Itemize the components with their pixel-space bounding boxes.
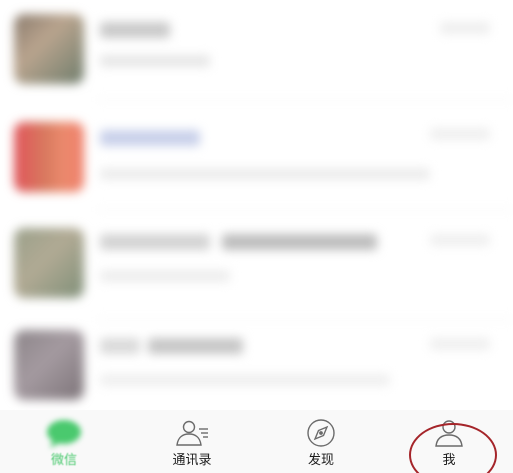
chat-title bbox=[100, 234, 210, 250]
chat-row[interactable] bbox=[0, 220, 513, 320]
chat-row[interactable] bbox=[0, 0, 513, 100]
chat-title bbox=[148, 338, 243, 354]
avatar bbox=[14, 330, 84, 400]
avatar bbox=[14, 14, 84, 84]
avatar bbox=[14, 122, 84, 192]
compass-icon bbox=[301, 418, 341, 450]
chat-title bbox=[100, 22, 170, 38]
chat-row[interactable] bbox=[0, 110, 513, 210]
tab-label-contacts: 通讯录 bbox=[172, 453, 212, 468]
chat-preview bbox=[100, 168, 430, 180]
chat-bubble-icon bbox=[44, 418, 84, 450]
chat-preview bbox=[100, 270, 230, 282]
screen: 微信 通讯录 发现 我 bbox=[0, 0, 513, 473]
contacts-icon bbox=[172, 418, 212, 450]
chat-time bbox=[440, 22, 490, 34]
chat-row[interactable] bbox=[0, 320, 513, 420]
tab-contacts[interactable]: 通讯录 bbox=[128, 410, 256, 473]
tab-chats[interactable]: 微信 bbox=[0, 410, 128, 473]
chat-title bbox=[100, 130, 200, 146]
chat-time bbox=[430, 234, 490, 246]
tab-label-discover: 发现 bbox=[307, 453, 334, 468]
chat-title bbox=[222, 234, 377, 250]
chat-title bbox=[100, 338, 140, 354]
chat-time bbox=[430, 128, 490, 140]
tab-discover[interactable]: 发现 bbox=[257, 410, 385, 473]
chat-list bbox=[0, 0, 513, 420]
chat-preview bbox=[100, 374, 390, 386]
chat-time bbox=[430, 338, 490, 350]
divider bbox=[98, 209, 513, 210]
chat-preview bbox=[100, 55, 210, 67]
avatar bbox=[14, 228, 84, 298]
tab-label-chats: 微信 bbox=[50, 453, 77, 468]
divider bbox=[98, 99, 513, 100]
